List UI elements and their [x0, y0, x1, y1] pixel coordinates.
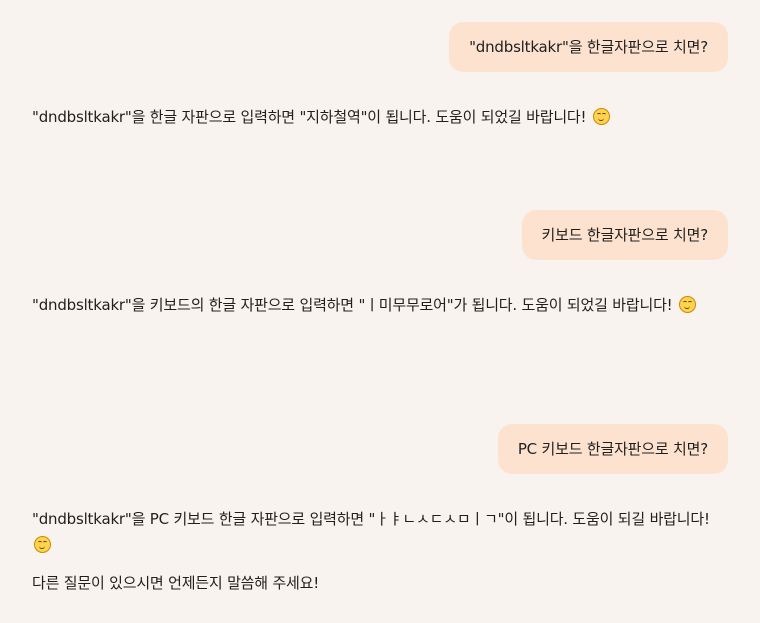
assistant-message-1: "dndbsltkakr"을 한글 자판으로 입력하면 "지하철역"이 됩니다.…: [32, 104, 732, 130]
user-message-1: "dndbsltkakr"을 한글자판으로 치면?: [449, 22, 728, 72]
assistant-message-text: "dndbsltkakr"을 PC 키보드 한글 자판으로 입력하면 "ㅏㅑㄴㅅ…: [32, 510, 710, 528]
assistant-message-text: "dndbsltkakr"을 한글 자판으로 입력하면 "지하철역"이 됩니다.…: [32, 108, 587, 126]
smiling-face-icon: [34, 536, 51, 553]
assistant-message-text: "dndbsltkakr"을 키보드의 한글 자판으로 입력하면 "ㅣ미무무로어…: [32, 296, 673, 314]
smiling-face-icon: [592, 108, 610, 125]
user-message-3: PC 키보드 한글자판으로 치면?: [497, 424, 728, 474]
assistant-message-3: "dndbsltkakr"을 PC 키보드 한글 자판으로 입력하면 "ㅏㅑㄴㅅ…: [32, 506, 732, 596]
assistant-followup-text: 다른 질문이 있으시면 언제든지 말씀해 주세요!: [32, 574, 320, 592]
user-message-2: 키보드 한글자판으로 치면?: [521, 210, 728, 260]
smiling-face-icon: [679, 296, 697, 313]
chat-conversation: "dndbsltkakr"을 한글자판으로 치면? "dndbsltkakr"을…: [0, 0, 760, 623]
assistant-message-2: "dndbsltkakr"을 키보드의 한글 자판으로 입력하면 "ㅣ미무무로어…: [32, 292, 732, 318]
